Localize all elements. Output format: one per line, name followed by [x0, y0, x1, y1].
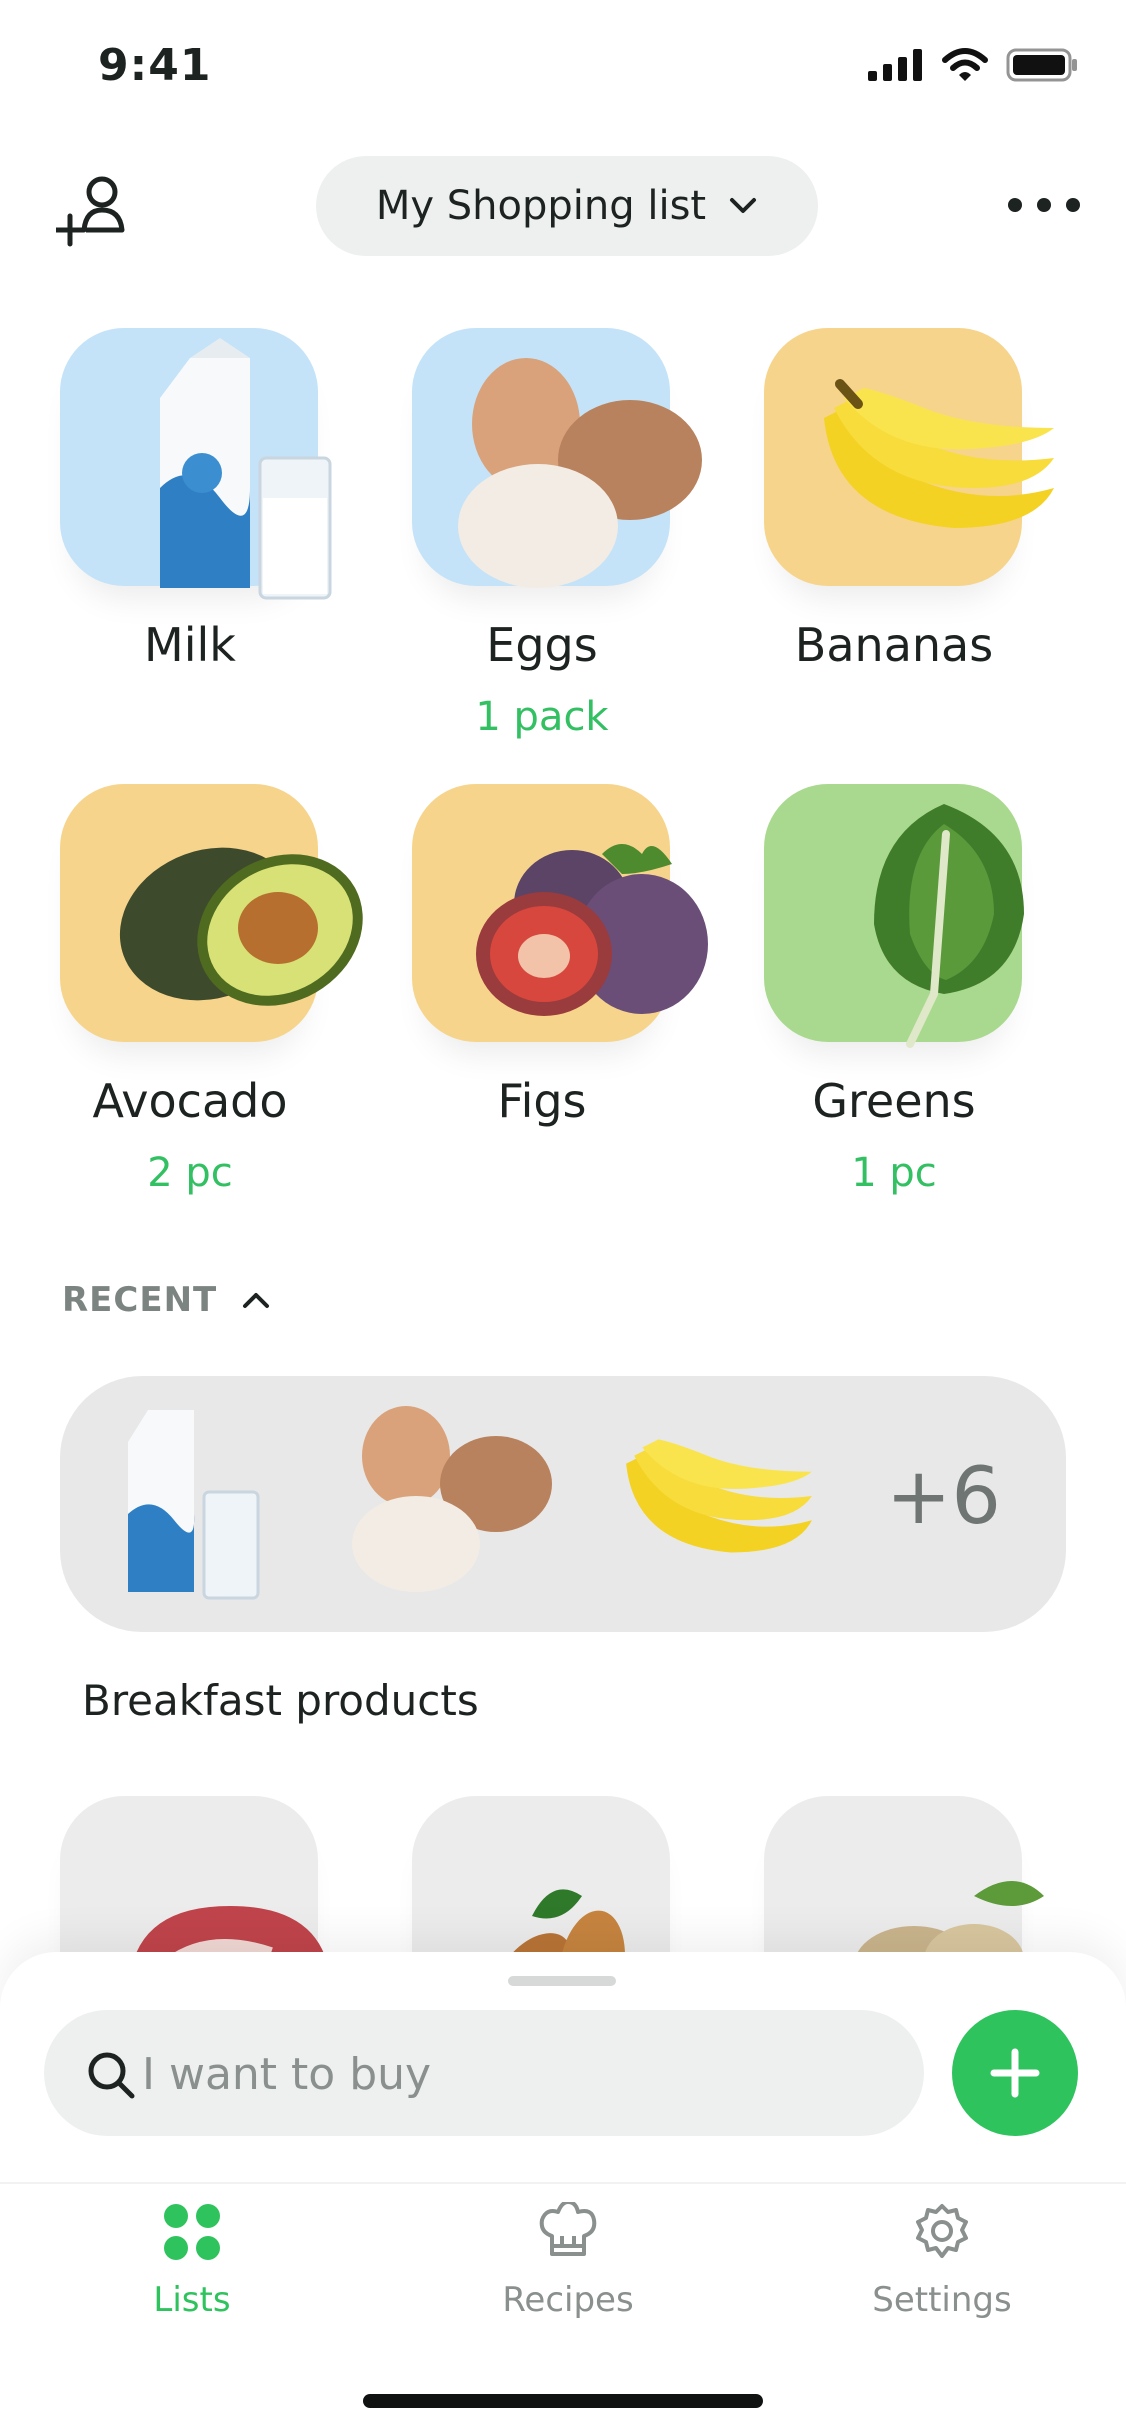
item-name: Milk	[144, 618, 236, 672]
item-card-avocado[interactable]: Avocado 2 pc	[60, 784, 390, 1204]
more-items-count: +6	[886, 1452, 1001, 1542]
item-name: Greens	[812, 1074, 976, 1128]
tab-label: Settings	[872, 2280, 1012, 2320]
tab-label: Lists	[153, 2280, 231, 2320]
item-name: Figs	[497, 1074, 587, 1128]
tab-settings[interactable]: Settings	[812, 2202, 1072, 2320]
search-input[interactable]	[140, 2010, 904, 2138]
more-icon-dot	[1066, 198, 1080, 212]
item-card-eggs[interactable]: Eggs 1 pack	[412, 328, 742, 748]
battery-icon	[1006, 48, 1077, 82]
status-time: 9:41	[98, 40, 212, 91]
item-card-bananas[interactable]: Bananas	[764, 328, 1094, 672]
recent-list-name[interactable]: Breakfast products	[82, 1676, 479, 1725]
item-card-milk[interactable]: Milk	[60, 328, 390, 672]
milk-carton-image	[160, 338, 332, 600]
item-quantity: 1 pack	[475, 694, 609, 740]
item-card-greens[interactable]: Greens 1 pc	[764, 784, 1094, 1204]
item-quantity: 2 pc	[147, 1150, 233, 1196]
plus-icon	[990, 2048, 1040, 2098]
greens-image	[874, 804, 1024, 1048]
wifi-icon	[942, 48, 988, 81]
grid-icon	[164, 2204, 220, 2260]
chevron-down-icon	[730, 198, 757, 213]
eggs-thumbnail	[352, 1406, 552, 1592]
bananas-thumbnail	[626, 1439, 812, 1553]
tab-label: Recipes	[502, 2280, 634, 2320]
item-name: Bananas	[794, 618, 994, 672]
chef-hat-icon	[539, 2200, 597, 2256]
add-item-button[interactable]	[952, 2010, 1078, 2136]
add-user-icon	[53, 176, 125, 247]
milk-thumbnail	[128, 1410, 260, 1600]
more-icon-dot	[1037, 198, 1051, 212]
signal-icon	[868, 49, 922, 81]
chevron-up-icon	[243, 1293, 270, 1308]
figs-image	[476, 844, 708, 1016]
item-name: Avocado	[92, 1074, 288, 1128]
status-icons	[868, 48, 1078, 82]
list-selector[interactable]: My Shopping list	[316, 156, 818, 256]
list-title: My Shopping list	[375, 183, 707, 229]
recent-label: RECENT	[62, 1280, 218, 1320]
avocado-image	[119, 847, 363, 1006]
eggs-image	[458, 358, 702, 588]
tab-bar-divider	[0, 2182, 1126, 2184]
item-card-figs[interactable]: Figs	[412, 784, 742, 1128]
more-options-button[interactable]	[1008, 180, 1080, 230]
item-name: Eggs	[486, 618, 598, 672]
gear-icon	[916, 2204, 968, 2258]
search-icon	[88, 2052, 135, 2099]
tab-recipes[interactable]: Recipes	[438, 2200, 698, 2320]
sheet-drag-handle[interactable]	[508, 1976, 616, 1986]
bananas-image	[824, 379, 1054, 528]
tab-lists[interactable]: Lists	[62, 2202, 322, 2320]
home-indicator	[363, 2394, 763, 2408]
recent-toggle[interactable]: RECENT	[62, 1280, 271, 1320]
more-icon-dot	[1008, 198, 1022, 212]
add-user-button[interactable]	[53, 172, 136, 252]
item-quantity: 1 pc	[851, 1150, 937, 1196]
